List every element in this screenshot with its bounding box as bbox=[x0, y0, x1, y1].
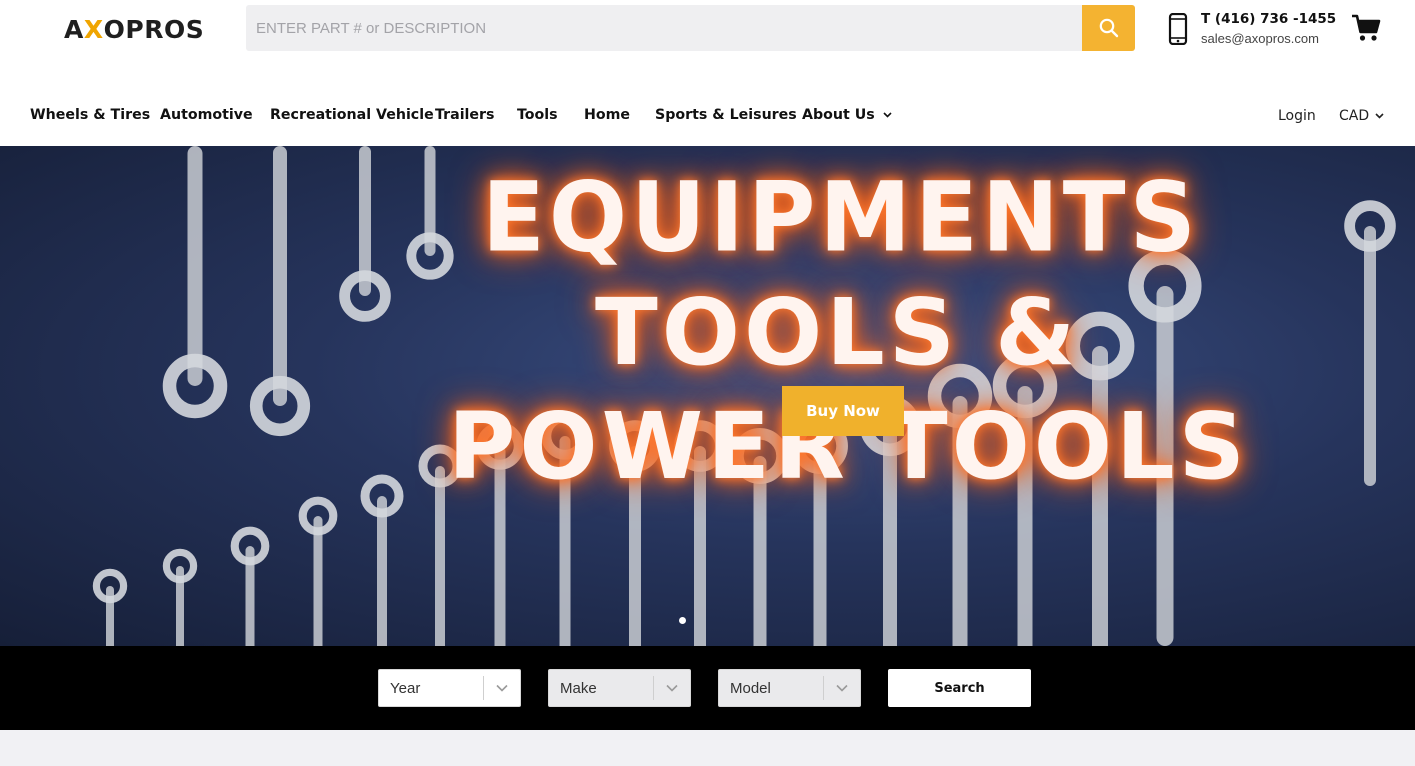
nav-item-automotive[interactable]: Automotive bbox=[160, 107, 253, 123]
mobile-phone-icon bbox=[1168, 13, 1188, 45]
nav-item-label: Sports & Leisures bbox=[655, 107, 797, 123]
slider-dot[interactable] bbox=[679, 617, 686, 624]
wrench-shape bbox=[162, 146, 228, 419]
nav-item-tools[interactable]: Tools bbox=[517, 107, 558, 123]
make-select-label: Make bbox=[560, 679, 597, 697]
nav-item-label: Tools bbox=[517, 107, 558, 123]
content-area-top bbox=[0, 730, 1415, 766]
currency-selector[interactable]: CAD bbox=[1339, 108, 1384, 124]
wrench-shape bbox=[298, 496, 338, 646]
wrench-shape bbox=[476, 422, 524, 646]
search-icon bbox=[1099, 18, 1118, 38]
vehicle-search-button[interactable]: Search bbox=[888, 669, 1031, 707]
contact-phone[interactable]: T (416) 736 -1455 bbox=[1201, 10, 1336, 28]
nav-item-home[interactable]: Home bbox=[584, 107, 630, 123]
logo-suffix: OPROS bbox=[103, 14, 205, 44]
nav-item-label: Recreational Vehicle bbox=[270, 107, 434, 123]
search-input[interactable] bbox=[246, 5, 1082, 51]
wrench-shape bbox=[792, 418, 848, 646]
nav-item-label: Home bbox=[584, 107, 631, 123]
wrench-shape bbox=[927, 363, 993, 646]
wrench-shape bbox=[360, 474, 404, 646]
nav-item-sports-leisures[interactable]: Sports & Leisures bbox=[655, 107, 797, 123]
wrench-shape bbox=[609, 420, 661, 646]
wrench-shape bbox=[732, 428, 788, 646]
chevron-down-icon bbox=[654, 684, 690, 692]
nav-item-trailers[interactable]: Trailers bbox=[435, 107, 494, 123]
logo-mark: X bbox=[83, 14, 104, 44]
login-link[interactable]: Login bbox=[1278, 108, 1316, 124]
nav-item-label: About Us bbox=[802, 107, 875, 123]
nav-item-label: Trailers bbox=[435, 107, 495, 123]
wrench-shape bbox=[418, 444, 462, 646]
wrench-shape bbox=[230, 526, 270, 646]
wrench-shape bbox=[541, 412, 589, 646]
model-select-label: Model bbox=[730, 679, 771, 697]
chevron-down-icon bbox=[484, 684, 520, 692]
nav-item-recreational-vehicle[interactable]: Recreational Vehicle bbox=[270, 107, 434, 123]
hero-banner: EQUIPMENTS TOOLS & POWER TOOLS Buy Now bbox=[0, 146, 1415, 646]
make-select[interactable]: Make bbox=[548, 669, 691, 707]
wrench-shape bbox=[992, 353, 1058, 646]
wrench-shape bbox=[339, 146, 391, 322]
contact-info: T (416) 736 -1455 sales@axopros.com bbox=[1168, 10, 1336, 48]
vehicle-search-bar: Year Make Model Search bbox=[0, 646, 1415, 730]
logo-prefix: A bbox=[64, 14, 84, 44]
nav-item-label: Automotive bbox=[160, 107, 253, 123]
site-header: AXOPROS T (416) 736 -1455 sales@axopros.… bbox=[0, 0, 1415, 146]
nav-item-about-us[interactable]: About Us bbox=[802, 107, 892, 123]
hero-background-wrenches bbox=[92, 146, 1396, 646]
wrench-shape bbox=[249, 146, 311, 437]
wrench-shape bbox=[859, 395, 921, 646]
wrench-shape bbox=[406, 146, 454, 280]
nav-item-wheels-tires[interactable]: Wheels & Tires bbox=[30, 107, 150, 123]
wrench-shape bbox=[162, 548, 198, 646]
chevron-down-icon bbox=[824, 684, 860, 692]
main-nav: Wheels & Tires Automotive Recreational V… bbox=[0, 96, 1415, 140]
wrench-shape bbox=[1344, 200, 1396, 486]
nav-item-label: Wheels & Tires bbox=[30, 107, 151, 123]
wrench-shape bbox=[1065, 311, 1135, 646]
search-bar bbox=[246, 5, 1135, 51]
chevron-down-icon bbox=[883, 112, 892, 118]
year-select[interactable]: Year bbox=[378, 669, 521, 707]
contact-email[interactable]: sales@axopros.com bbox=[1201, 30, 1336, 48]
buy-now-button[interactable]: Buy Now bbox=[782, 386, 904, 436]
shopping-cart-icon[interactable] bbox=[1351, 13, 1381, 43]
model-select[interactable]: Model bbox=[718, 669, 861, 707]
wrench-shape bbox=[1128, 249, 1202, 646]
year-select-label: Year bbox=[390, 679, 421, 697]
wrench-shape bbox=[92, 568, 128, 646]
chevron-down-icon bbox=[1375, 113, 1384, 119]
currency-label: CAD bbox=[1339, 108, 1370, 124]
wrench-shape bbox=[674, 420, 726, 646]
site-logo[interactable]: A X OPROS bbox=[64, 12, 204, 46]
search-button[interactable] bbox=[1082, 5, 1135, 51]
